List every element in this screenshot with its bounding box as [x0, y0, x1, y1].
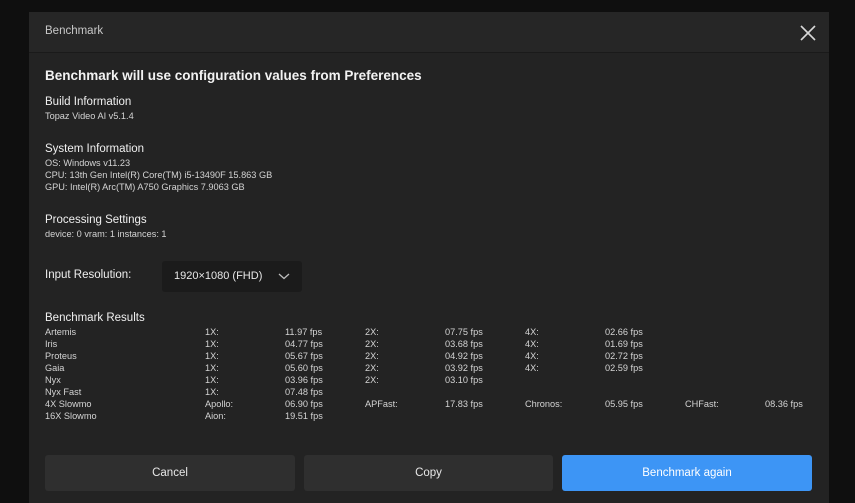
system-cpu: CPU: 13th Gen Intel(R) Core(TM) i5-13490… — [45, 170, 273, 180]
model-name: Artemis — [45, 327, 77, 337]
result-label: 1X: — [205, 339, 219, 349]
close-button[interactable] — [797, 22, 819, 44]
result-value: 02.66 fps — [605, 327, 643, 337]
result-value: 03.92 fps — [445, 363, 483, 373]
title-bar: Benchmark — [29, 12, 829, 53]
result-value: 17.83 fps — [445, 399, 483, 409]
result-value: 08.36 fps — [765, 399, 803, 409]
cancel-button[interactable]: Cancel — [45, 455, 295, 491]
model-name: Nyx — [45, 375, 61, 385]
result-label: 2X: — [365, 375, 379, 385]
model-name: Gaia — [45, 363, 65, 373]
input-resolution-label: Input Resolution: — [45, 269, 132, 281]
table-row: Iris 1X: 04.77 fps 2X: 03.68 fps 4X: 01.69 fps — [45, 339, 815, 351]
system-info-title: System Information — [45, 143, 145, 155]
result-label: 2X: — [365, 351, 379, 361]
result-value: 02.59 fps — [605, 363, 643, 373]
benchmark-again-button[interactable]: Benchmark again — [562, 455, 812, 491]
result-label: 4X: — [525, 351, 539, 361]
table-row: 4X Slowmo Apollo: 06.90 fps APFast: 17.83 fp… — [45, 399, 815, 411]
chevron-down-icon — [278, 273, 290, 280]
result-label: 2X: — [365, 363, 379, 373]
model-name: Iris — [45, 339, 58, 349]
result-value: 05.60 fps — [285, 363, 323, 373]
table-row: Gaia 1X: 05.60 fps 2X: 03.92 fps 4X: 02.59 fps — [45, 363, 815, 375]
table-row: Nyx Fast 1X: 07.48 fps — [45, 387, 815, 399]
result-value: 04.77 fps — [285, 339, 323, 349]
result-value: 03.10 fps — [445, 375, 483, 385]
result-label: 1X: — [205, 327, 219, 337]
model-name: Proteus — [45, 351, 77, 361]
result-label: CHFast: — [685, 399, 719, 409]
processing-settings-title: Processing Settings — [45, 214, 147, 226]
result-label: APFast: — [365, 399, 398, 409]
dialog-heading: Benchmark will use configuration values … — [45, 68, 422, 83]
result-value: 03.96 fps — [285, 375, 323, 385]
result-value: 06.90 fps — [285, 399, 323, 409]
result-label: 2X: — [365, 339, 379, 349]
result-label: Apollo: — [205, 399, 234, 409]
processing-settings-values: device: 0 vram: 1 instances: 1 — [45, 229, 167, 239]
table-row: Nyx 1X: 03.96 fps 2X: 03.10 fps — [45, 375, 815, 387]
result-value: 07.48 fps — [285, 387, 323, 397]
result-value: 07.75 fps — [445, 327, 483, 337]
result-label: Aion: — [205, 411, 226, 421]
copy-button[interactable]: Copy — [304, 455, 553, 491]
input-resolution-select[interactable]: 1920×1080 (FHD) — [162, 261, 302, 292]
input-resolution-value: 1920×1080 (FHD) — [174, 270, 263, 282]
result-label: 1X: — [205, 363, 219, 373]
result-value: 11.97 fps — [285, 327, 323, 337]
benchmark-results-title: Benchmark Results — [45, 312, 145, 324]
model-name: Nyx Fast — [45, 387, 82, 397]
result-label: 1X: — [205, 387, 219, 397]
result-value: 05.95 fps — [605, 399, 643, 409]
result-value: 04.92 fps — [445, 351, 483, 361]
result-label: 4X: — [525, 363, 539, 373]
build-version: Topaz Video AI v5.1.4 — [45, 111, 134, 121]
table-row: Proteus 1X: 05.67 fps 2X: 04.92 fps 4X: 02.72 … — [45, 351, 815, 363]
close-icon — [800, 25, 816, 41]
result-label: 4X: — [525, 327, 539, 337]
build-info-title: Build Information — [45, 96, 132, 108]
result-label: 1X: — [205, 351, 219, 361]
system-gpu: GPU: Intel(R) Arc(TM) A750 Graphics 7.90… — [45, 182, 245, 192]
result-value: 01.69 fps — [605, 339, 643, 349]
table-row: Artemis 1X: 11.97 fps 2X: 07.75 fps 4X: 02.66 … — [45, 327, 815, 339]
result-label: 2X: — [365, 327, 379, 337]
model-name: 16X Slowmo — [45, 411, 97, 421]
system-os: OS: Windows v11.23 — [45, 158, 131, 168]
window-title: Benchmark — [45, 25, 104, 37]
result-value: 02.72 fps — [605, 351, 643, 361]
result-value: 19.51 fps — [285, 411, 323, 421]
result-value: 05.67 fps — [285, 351, 323, 361]
benchmark-dialog: Benchmark Benchmark will use configurati… — [29, 12, 829, 503]
table-row: 16X Slowmo Aion: 19.51 fps — [45, 411, 815, 423]
model-name: 4X Slowmo — [45, 399, 92, 409]
result-value: 03.68 fps — [445, 339, 483, 349]
result-label: 1X: — [205, 375, 219, 385]
result-label: Chronos: — [525, 399, 563, 409]
result-label: 4X: — [525, 339, 539, 349]
